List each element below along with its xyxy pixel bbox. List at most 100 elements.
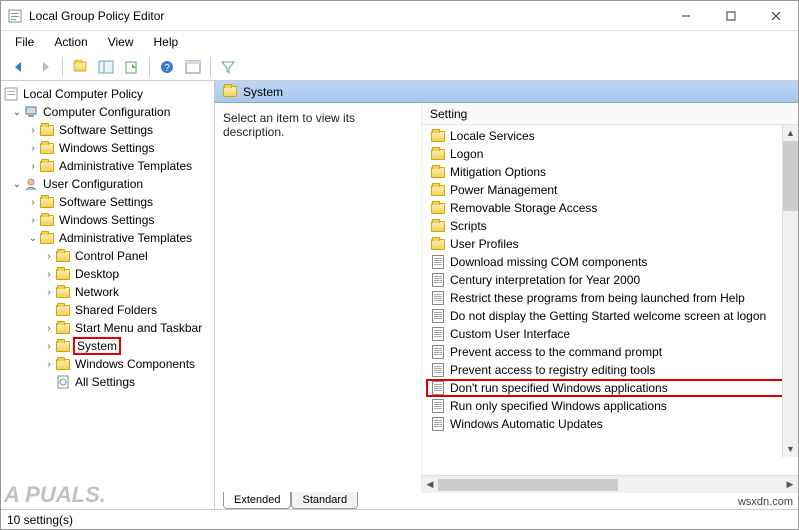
scroll-left-icon[interactable]: ◀ — [422, 479, 438, 490]
list-label: Download missing COM components — [450, 255, 647, 269]
menu-action[interactable]: Action — [46, 33, 95, 51]
tree-label: Desktop — [73, 267, 121, 281]
scroll-thumb[interactable] — [438, 479, 618, 491]
status-text: 10 setting(s) — [7, 513, 73, 527]
menu-help[interactable]: Help — [146, 33, 187, 51]
list-item-setting[interactable]: Run only specified Windows applications — [422, 397, 798, 415]
tree-item[interactable]: › Administrative Templates — [3, 157, 212, 175]
export-button[interactable] — [120, 56, 144, 78]
list-item-setting[interactable]: Prevent access to registry editing tools — [422, 361, 798, 379]
folder-icon — [430, 128, 446, 144]
scroll-down-icon[interactable]: ▼ — [783, 441, 798, 457]
tree-system[interactable]: ›System — [3, 337, 212, 355]
tree-admin-templates[interactable]: ⌄Administrative Templates — [3, 229, 212, 247]
list-item-folder[interactable]: Logon — [422, 145, 798, 163]
list-item-setting[interactable]: Download missing COM components — [422, 253, 798, 271]
list-item-setting[interactable]: Prevent access to the command prompt — [422, 343, 798, 361]
list-item-folder[interactable]: Scripts — [422, 217, 798, 235]
collapse-icon[interactable]: ⌄ — [11, 179, 23, 190]
tree-item[interactable]: › Windows Settings — [3, 211, 212, 229]
collapse-icon[interactable]: ⌄ — [11, 107, 23, 118]
list-item-setting[interactable]: Custom User Interface — [422, 325, 798, 343]
list-item-setting[interactable]: Don't run specified Windows applications — [426, 379, 792, 397]
list-item-folder[interactable]: Removable Storage Access — [422, 199, 798, 217]
horizontal-scrollbar[interactable]: ◀ ▶ — [422, 475, 798, 493]
folder-icon — [55, 302, 71, 318]
expand-icon[interactable]: › — [43, 359, 55, 370]
list-item-folder[interactable]: Power Management — [422, 181, 798, 199]
properties-button[interactable] — [181, 56, 205, 78]
setting-icon — [430, 308, 446, 324]
list-item-folder[interactable]: Locale Services — [422, 127, 798, 145]
tree-root[interactable]: Local Computer Policy — [3, 85, 212, 103]
tree-label: Administrative Templates — [57, 159, 194, 173]
expand-icon[interactable]: › — [27, 125, 39, 136]
tree-item[interactable]: Shared Folders — [3, 301, 212, 319]
minimize-button[interactable] — [663, 1, 708, 30]
setting-icon — [430, 272, 446, 288]
scroll-track[interactable] — [783, 141, 798, 441]
menu-view[interactable]: View — [100, 33, 142, 51]
list-item-folder[interactable]: Mitigation Options — [422, 163, 798, 181]
list-item-setting[interactable]: Century interpretation for Year 2000 — [422, 271, 798, 289]
list-label: Removable Storage Access — [450, 201, 597, 215]
menubar: File Action View Help — [1, 31, 798, 53]
tree-item[interactable]: › Desktop — [3, 265, 212, 283]
tree-item[interactable]: ›Software Settings — [3, 121, 212, 139]
list-item-setting[interactable]: Windows Automatic Updates — [422, 415, 798, 433]
filter-button[interactable] — [216, 56, 240, 78]
expand-icon[interactable]: › — [27, 143, 39, 154]
scroll-track[interactable] — [438, 479, 782, 491]
section-header: System — [215, 81, 798, 103]
expand-icon[interactable]: › — [43, 287, 55, 298]
tree-label: All Settings — [73, 375, 137, 389]
help-button[interactable]: ? — [155, 56, 179, 78]
tree-label: Windows Settings — [57, 213, 156, 227]
maximize-button[interactable] — [708, 1, 753, 30]
setting-icon — [430, 344, 446, 360]
show-hide-tree-button[interactable] — [94, 56, 118, 78]
policy-icon — [3, 86, 19, 102]
column-header-setting[interactable]: Setting — [422, 103, 798, 125]
tree-user-config[interactable]: ⌄ User Configuration — [3, 175, 212, 193]
tab-standard[interactable]: Standard — [291, 492, 358, 509]
folder-icon — [55, 320, 71, 336]
menu-file[interactable]: File — [7, 33, 42, 51]
tree-item[interactable]: ›Network — [3, 283, 212, 301]
list-label: Custom User Interface — [450, 327, 570, 341]
tree-computer-config[interactable]: ⌄ Computer Configuration — [3, 103, 212, 121]
list-item-setting[interactable]: Do not display the Getting Started welco… — [422, 307, 798, 325]
setting-icon — [430, 416, 446, 432]
scroll-up-icon[interactable]: ▲ — [783, 125, 798, 141]
tree-item[interactable]: ›Start Menu and Taskbar — [3, 319, 212, 337]
tree-item[interactable]: ›Windows Components — [3, 355, 212, 373]
expand-icon[interactable]: › — [27, 161, 39, 172]
tab-extended[interactable]: Extended — [223, 492, 291, 509]
back-button[interactable] — [7, 56, 31, 78]
list-item-folder[interactable]: User Profiles — [422, 235, 798, 253]
tree-item[interactable]: All Settings — [3, 373, 212, 391]
folder-icon — [430, 218, 446, 234]
list-label: Restrict these programs from being launc… — [450, 291, 745, 305]
tree-item[interactable]: ›Control Panel — [3, 247, 212, 265]
forward-button[interactable] — [33, 56, 57, 78]
separator — [62, 57, 63, 77]
expand-icon[interactable]: › — [43, 323, 55, 334]
expand-icon[interactable]: › — [43, 251, 55, 262]
scroll-thumb[interactable] — [783, 141, 798, 211]
close-button[interactable] — [753, 1, 798, 30]
up-folder-button[interactable] — [68, 56, 92, 78]
expand-icon[interactable]: › — [27, 215, 39, 226]
expand-icon[interactable]: › — [27, 197, 39, 208]
collapse-icon[interactable]: ⌄ — [27, 233, 39, 244]
tree-item[interactable]: ›Windows Settings — [3, 139, 212, 157]
statusbar: 10 setting(s) — [1, 509, 798, 529]
tree-item[interactable]: ›Software Settings — [3, 193, 212, 211]
vertical-scrollbar[interactable]: ▲ ▼ — [782, 125, 798, 457]
expand-icon[interactable]: › — [43, 269, 55, 280]
list-item-setting[interactable]: Restrict these programs from being launc… — [422, 289, 798, 307]
list-label: Logon — [450, 147, 483, 161]
list-label: Power Management — [450, 183, 557, 197]
scroll-right-icon[interactable]: ▶ — [782, 479, 798, 490]
expand-icon[interactable]: › — [43, 341, 55, 352]
